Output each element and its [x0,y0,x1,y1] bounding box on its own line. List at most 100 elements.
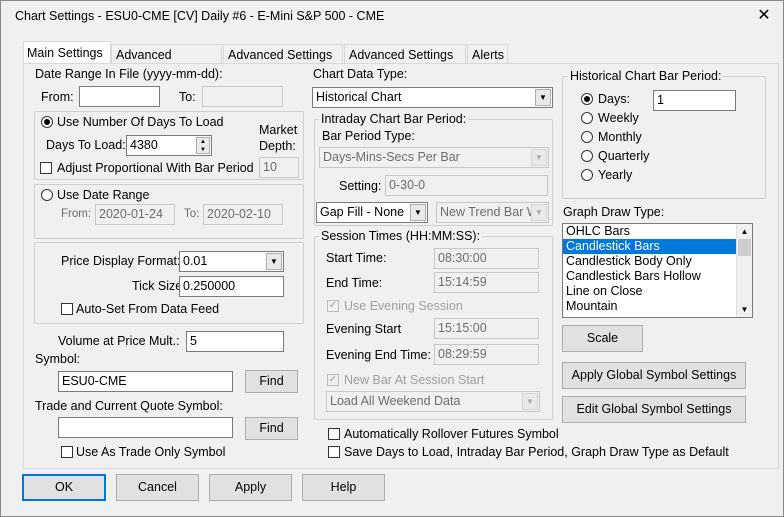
tab-advanced-settings-3[interactable]: Advanced Settings 3 [344,44,466,76]
list-item-selected[interactable]: Candlestick Bars [563,239,752,254]
chart-data-type-value: Historical Chart [316,90,402,104]
evening-start-label: Evening Start [326,322,402,336]
bar-period-type-value: Days-Mins-Secs Per Bar [323,150,460,164]
new-trend-value: New Trend Bar W [440,205,539,219]
end-time-input[interactable]: 15:14:59 [434,272,539,293]
new-bar-label: New Bar At Session Start [344,373,485,387]
volume-mult-label: Volume at Price Mult.: [58,334,180,348]
scroll-down-icon[interactable]: ▼ [737,302,752,317]
find-trade-symbol-button[interactable]: Find [245,417,298,440]
trade-symbol-input[interactable] [58,417,233,438]
days-to-load-input[interactable]: 4380 ▲ ▼ [126,135,212,156]
symbol-input[interactable]: ESU0-CME [58,371,233,392]
save-default-checkbox[interactable] [328,446,340,458]
tab-alerts[interactable]: Alerts [467,44,508,64]
price-format-label: Price Display Format: [61,254,181,268]
chart-data-type-select[interactable]: Historical Chart ▼ [312,87,553,108]
adjust-proportional-checkbox[interactable] [40,162,52,174]
help-button[interactable]: Help [302,474,385,501]
list-item[interactable]: Candlestick Bars Hollow [563,269,752,284]
setting-label: Setting: [339,179,382,193]
weekend-data-value: Load All Weekend Data [330,394,461,408]
graph-draw-type-list[interactable]: OHLC Bars Candlestick Bars Candlestick B… [562,223,753,318]
use-days-radio[interactable] [41,116,53,128]
trade-only-label: Use As Trade Only Symbol [76,445,226,459]
tick-size-input[interactable]: 0.250000 [179,276,284,297]
start-time-input[interactable]: 08:30:00 [434,248,539,269]
chevron-down-icon: ▼ [410,204,426,221]
cancel-button[interactable]: Cancel [116,474,199,501]
monthly-radio[interactable] [581,131,593,143]
yearly-radio[interactable] [581,169,593,181]
days-value: 4380 [130,138,158,152]
use-days-label: Use Number Of Days To Load [57,115,224,129]
historical-days-input[interactable]: 1 [653,90,736,111]
scroll-up-icon[interactable]: ▲ [737,224,752,239]
volume-mult-input[interactable]: 5 [186,331,284,352]
use-evening-checkbox[interactable]: ✓ [327,300,339,312]
auto-set-checkbox[interactable] [61,303,73,315]
range-from-input[interactable]: 2020-01-24 [95,204,175,225]
price-format-select[interactable]: 0.01 ▼ [179,251,284,272]
tab-advanced-settings[interactable]: Advanced Settings [111,44,222,76]
file-to-input[interactable] [202,86,283,107]
evening-end-input[interactable]: 08:29:59 [434,344,539,365]
symbol-label: Symbol: [35,352,81,366]
tick-size-label: Tick Size: [132,279,186,293]
close-icon[interactable]: ✕ [753,5,775,25]
yearly-label: Yearly [598,168,633,182]
date-range-label: Date Range In File (yyyy-mm-dd): [35,67,223,81]
gap-fill-select[interactable]: Gap Fill - None ▼ [316,202,428,223]
range-from-label: From: [61,208,92,220]
scrollbar[interactable]: ▲ ▼ [736,224,752,317]
new-bar-checkbox[interactable]: ✓ [327,374,339,386]
bar-period-type-select[interactable]: Days-Mins-Secs Per Bar ▼ [319,147,549,168]
trade-only-checkbox[interactable] [61,446,73,458]
setting-input[interactable]: 0-30-0 [385,175,548,196]
rollover-checkbox[interactable] [328,428,340,440]
market-depth-label-2: Depth: [259,139,296,153]
bar-period-type-label: Bar Period Type: [322,129,415,143]
days-radio-label: Days: [598,92,630,106]
chevron-down-icon: ▼ [531,204,547,221]
apply-button[interactable]: Apply [209,474,292,501]
chart-data-type-label: Chart Data Type: [313,67,408,81]
new-trend-bar-select[interactable]: New Trend Bar W ▼ [436,202,549,223]
scroll-thumb[interactable] [738,239,751,256]
weekly-label: Weekly [598,111,639,125]
use-evening-label: Use Evening Session [344,299,463,313]
from-label: From: [41,90,74,104]
days-radio[interactable] [581,93,593,105]
quarterly-label: Quarterly [598,149,650,163]
apply-global-symbol-settings-button[interactable]: Apply Global Symbol Settings [562,362,746,389]
adjust-proportional-label: Adjust Proportional With Bar Period [57,161,254,175]
weekend-data-select[interactable]: Load All Weekend Data ▼ [326,391,540,412]
market-depth-input[interactable]: 10 [259,157,299,178]
list-item[interactable]: Line on Close [563,284,752,299]
spinner-icon[interactable]: ▲ ▼ [196,137,210,154]
list-item[interactable]: Mountain [563,299,752,314]
range-to-input[interactable]: 2020-02-10 [203,204,283,225]
gap-fill-value: Gap Fill - None [320,205,405,219]
ok-button[interactable]: OK [22,474,106,501]
weekly-radio[interactable] [581,112,593,124]
session-legend: Session Times (HH:MM:SS): [319,229,483,243]
edit-global-symbol-settings-button[interactable]: Edit Global Symbol Settings [562,396,746,423]
find-symbol-button[interactable]: Find [245,370,298,393]
chart-settings-dialog: Chart Settings - ESU0-CME [CV] Daily #6 … [0,0,784,517]
quarterly-radio[interactable] [581,150,593,162]
window-title: Chart Settings - ESU0-CME [CV] Daily #6 … [15,9,385,23]
start-time-label: Start Time: [326,251,387,265]
chevron-down-icon: ▼ [535,89,551,106]
evening-end-label: Evening End Time: [326,348,431,362]
market-depth-label: Market [259,123,298,137]
tab-advanced-settings-2[interactable]: Advanced Settings 2 [223,44,343,76]
list-item[interactable]: Candlestick Body Only [563,254,752,269]
scale-button[interactable]: Scale [562,325,643,352]
list-item[interactable]: OHLC Bars [563,224,752,239]
file-from-input[interactable] [79,86,160,107]
use-date-range-radio[interactable] [41,189,53,201]
evening-start-input[interactable]: 15:15:00 [434,318,539,339]
monthly-label: Monthly [598,130,642,144]
tab-main-settings[interactable]: Main Settings [23,41,111,64]
